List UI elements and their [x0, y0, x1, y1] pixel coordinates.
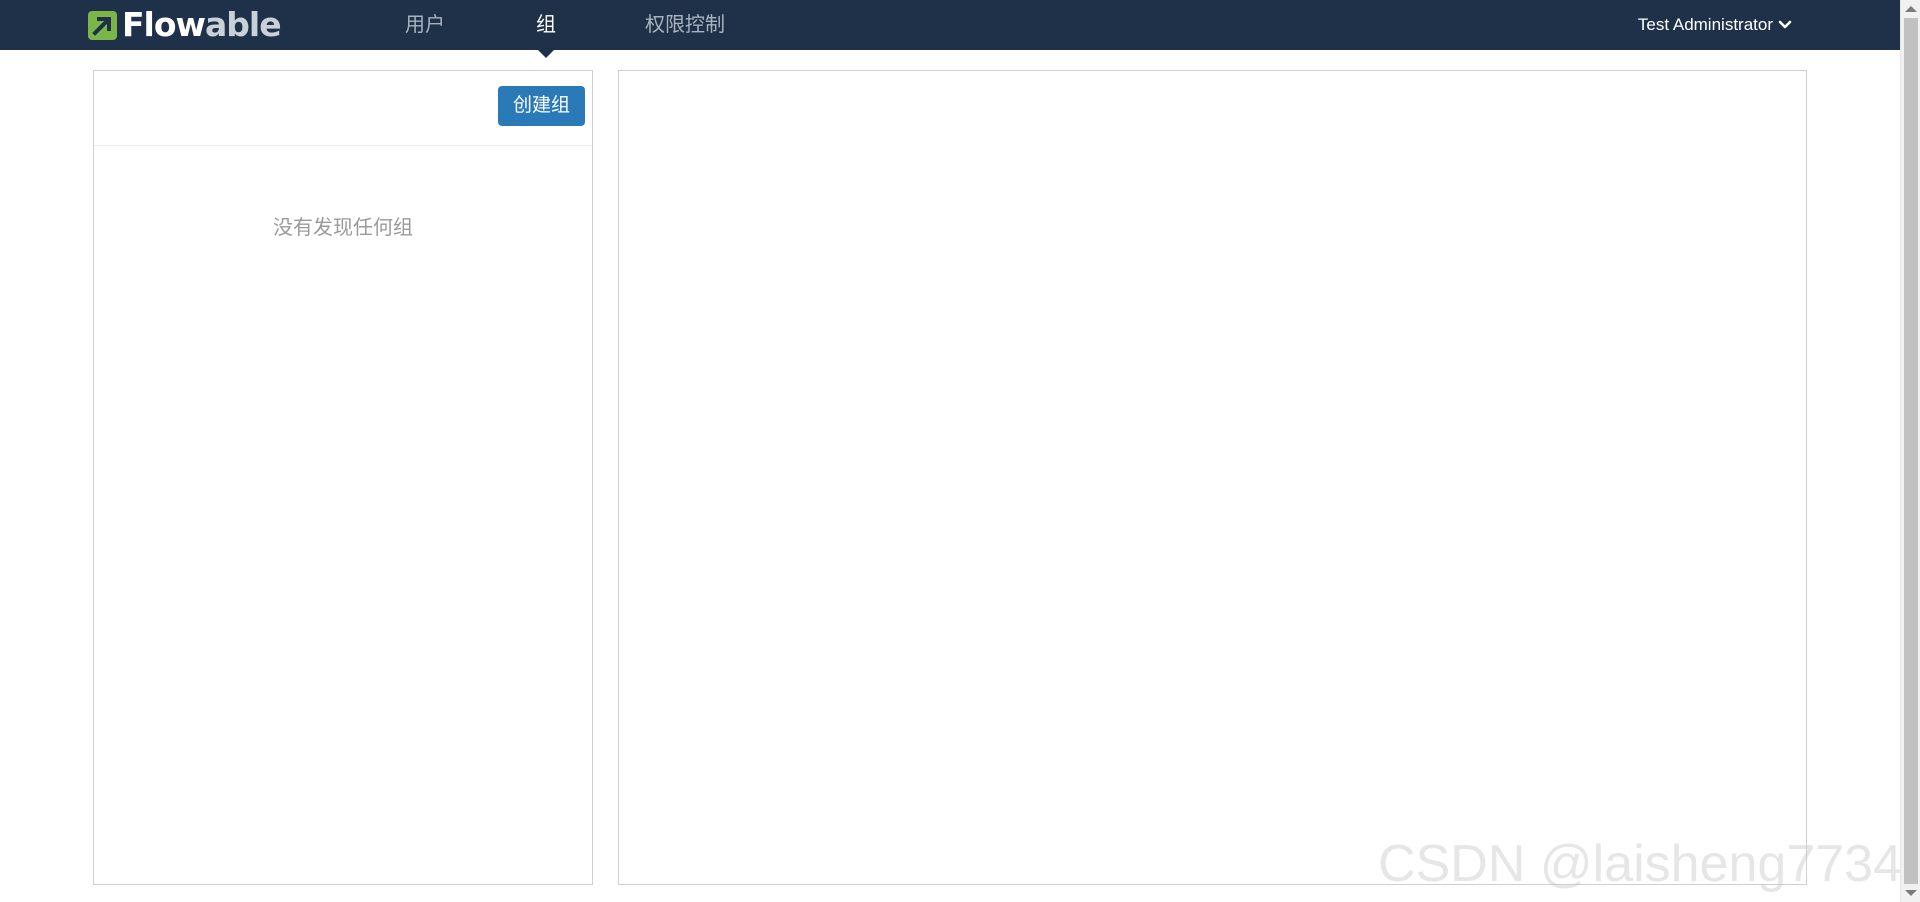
nav-item-groups[interactable]: 组	[536, 0, 556, 58]
nav-item-users[interactable]: 用户	[405, 0, 445, 50]
scroll-down-icon[interactable]	[1905, 890, 1917, 896]
flowable-logo-icon	[88, 10, 117, 40]
create-group-button[interactable]: 创建组	[497, 86, 585, 126]
group-details-panel	[618, 70, 1807, 885]
empty-groups-message: 没有发现任何组	[273, 217, 413, 239]
brand-name-part1: Flow	[122, 5, 206, 44]
scroll-thumb[interactable]	[1904, 18, 1918, 884]
groups-list-header: 创建组	[94, 71, 592, 146]
nav-item-groups-label: 组	[536, 14, 556, 36]
brand-logo[interactable]: Flowable	[87, 8, 282, 41]
user-name: Test Administrator	[1637, 15, 1773, 34]
nav-item-privileges[interactable]: 权限控制	[645, 0, 725, 50]
user-menu[interactable]: Test Administrator	[1638, 0, 1792, 50]
nav-item-users-label: 用户	[405, 14, 445, 36]
nav-item-privileges-label: 权限控制	[645, 14, 725, 36]
scroll-up-icon[interactable]	[1905, 6, 1917, 12]
chevron-down-icon	[1778, 20, 1792, 29]
active-tab-caret	[538, 50, 554, 58]
brand-name: Flowable	[122, 8, 282, 41]
brand-name-part2: able	[205, 5, 282, 44]
page-scrollbar[interactable]	[1900, 0, 1920, 902]
top-navbar: Flowable 用户 组 权限控制 Test Administrator	[0, 0, 1900, 58]
groups-list-panel: 创建组 没有发现任何组	[93, 70, 593, 885]
